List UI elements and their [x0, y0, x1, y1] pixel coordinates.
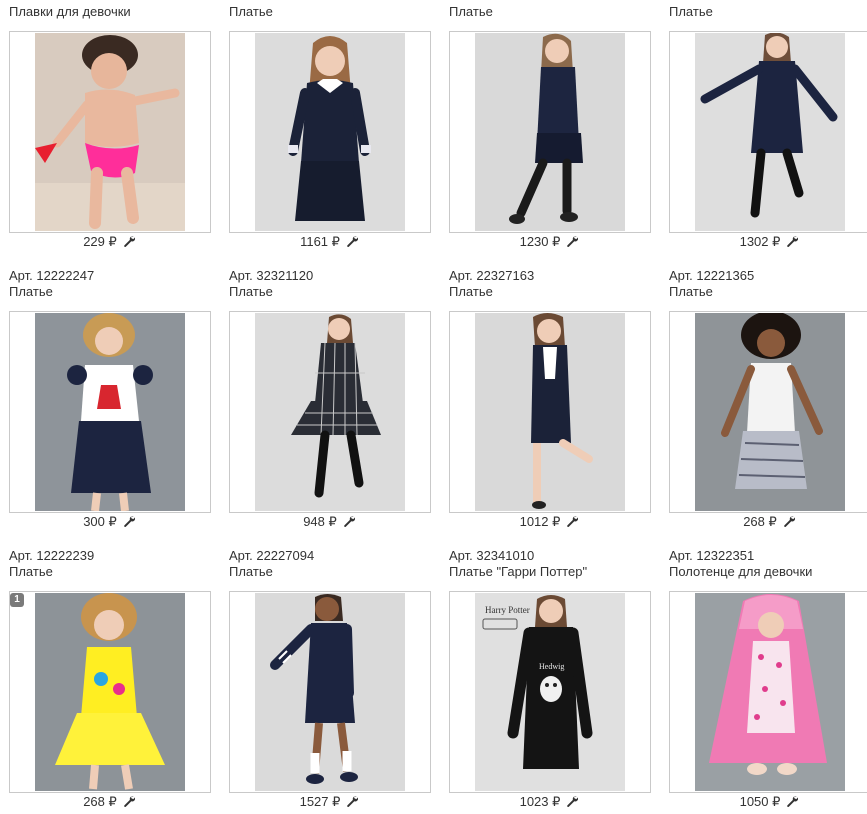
article-number: Арт. 22227094 [229, 548, 315, 563]
product-card: Платье 1230 ₽ [449, 0, 659, 249]
price-row: 1527 ₽ [229, 795, 429, 809]
wrench-icon[interactable] [123, 235, 135, 247]
product-card: Платье 1161 ₽ [229, 0, 439, 249]
product-title[interactable]: Платье [449, 4, 659, 20]
product-card: Плавки для девочки 229 ₽ [9, 0, 219, 249]
article-number: Арт. 12322351 [669, 548, 755, 563]
product-title[interactable]: Платье [669, 4, 867, 20]
product-title[interactable]: Полотенце для девочки [669, 564, 867, 580]
product-image[interactable] [229, 311, 431, 513]
product-photo [695, 33, 845, 231]
image-count-badge: 1 [10, 593, 24, 607]
product-photo [255, 593, 405, 791]
product-photo [475, 313, 625, 511]
product-image[interactable] [9, 311, 211, 513]
product-image[interactable]: 1 [9, 591, 211, 793]
product-photo [35, 33, 185, 231]
product-title[interactable]: Платье "Гарри Поттер" [449, 564, 659, 580]
article-number: Арт. 32321120 [229, 268, 314, 283]
product-title[interactable]: Платье [669, 284, 867, 300]
product-image[interactable]: Harry Potter Hedwig [449, 591, 651, 793]
wrench-icon[interactable] [786, 235, 799, 247]
article-number: Арт. 12221365 [669, 268, 755, 283]
brand-logo: Harry Potter [485, 605, 530, 615]
price-row: 948 ₽ [229, 515, 429, 529]
wrench-icon[interactable] [566, 515, 579, 527]
product-price: 1302 ₽ [739, 234, 781, 249]
product-price: 229 ₽ [83, 234, 117, 249]
product-image[interactable] [669, 311, 867, 513]
wrench-icon[interactable] [346, 235, 358, 247]
product-card: Арт. 32321120 Платье 948 ₽ [229, 268, 439, 529]
product-card: Платье 1302 ₽ [669, 0, 867, 249]
product-photo [255, 313, 405, 511]
product-image[interactable] [449, 31, 651, 233]
product-image[interactable] [669, 31, 867, 233]
price-row: 1050 ₽ [669, 795, 867, 809]
article-number: Арт. 32341010 [449, 548, 535, 563]
product-price: 268 ₽ [743, 514, 777, 529]
product-image[interactable] [449, 311, 651, 513]
product-card: Арт. 12222239 Платье 1 268 ₽ [9, 548, 219, 809]
wrench-icon[interactable] [123, 515, 135, 527]
product-price: 1050 ₽ [739, 794, 781, 809]
wrench-icon[interactable] [566, 795, 579, 807]
product-price: 300 ₽ [83, 514, 117, 529]
product-image[interactable] [9, 31, 211, 233]
price-row: 268 ₽ [9, 795, 209, 809]
product-photo: Harry Potter Hedwig [475, 593, 625, 791]
product-card: Арт. 12322351 Полотенце для девочки 1050… [669, 548, 867, 809]
article-number: Арт. 12222247 [9, 268, 95, 283]
product-title[interactable]: Платье [229, 4, 439, 20]
product-price: 1161 ₽ [300, 234, 340, 249]
price-row: 268 ₽ [669, 515, 867, 529]
product-image[interactable] [669, 591, 867, 793]
product-price: 1023 ₽ [519, 794, 561, 809]
price-row: 300 ₽ [9, 515, 209, 529]
product-photo [475, 33, 625, 231]
price-row: 229 ₽ [9, 235, 209, 249]
product-price: 1012 ₽ [519, 514, 561, 529]
product-title[interactable]: Платье [229, 284, 439, 300]
product-card: Арт. 12222247 Платье 300 ₽ [9, 268, 219, 529]
wrench-icon[interactable] [343, 515, 355, 527]
product-photo [695, 593, 845, 791]
wrench-icon[interactable] [566, 235, 579, 247]
product-price: 948 ₽ [303, 514, 337, 529]
svg-text:Hedwig: Hedwig [539, 662, 564, 671]
product-card: Арт. 12221365 Платье 268 ₽ [669, 268, 867, 529]
product-title[interactable]: Плавки для девочки [9, 4, 219, 20]
product-price: 1527 ₽ [299, 794, 341, 809]
wrench-icon[interactable] [123, 795, 135, 807]
price-row: 1161 ₽ [229, 235, 429, 249]
wrench-icon[interactable] [783, 515, 795, 527]
price-row: 1230 ₽ [449, 235, 649, 249]
article-number: Арт. 12222239 [9, 548, 95, 563]
wrench-icon[interactable] [786, 795, 799, 807]
product-card: Арт. 22227094 Платье 1527 ₽ [229, 548, 439, 809]
product-title[interactable]: Платье [229, 564, 439, 580]
product-photo [35, 313, 185, 511]
product-image[interactable] [229, 31, 431, 233]
product-title[interactable]: Платье [449, 284, 659, 300]
product-photo [255, 33, 405, 231]
product-title[interactable]: Платье [9, 284, 219, 300]
product-card: Арт. 22327163 Платье 1012 ₽ [449, 268, 659, 529]
wrench-icon[interactable] [346, 795, 359, 807]
product-photo [695, 313, 845, 511]
article-number: Арт. 22327163 [449, 268, 535, 283]
price-row: 1302 ₽ [669, 235, 867, 249]
product-price: 1230 ₽ [519, 234, 561, 249]
price-row: 1023 ₽ [449, 795, 649, 809]
product-card: Арт. 32341010 Платье "Гарри Поттер" Harr… [449, 548, 659, 809]
product-image[interactable] [229, 591, 431, 793]
price-row: 1012 ₽ [449, 515, 649, 529]
product-price: 268 ₽ [83, 794, 117, 809]
product-photo [35, 593, 185, 791]
product-title[interactable]: Платье [9, 564, 219, 580]
